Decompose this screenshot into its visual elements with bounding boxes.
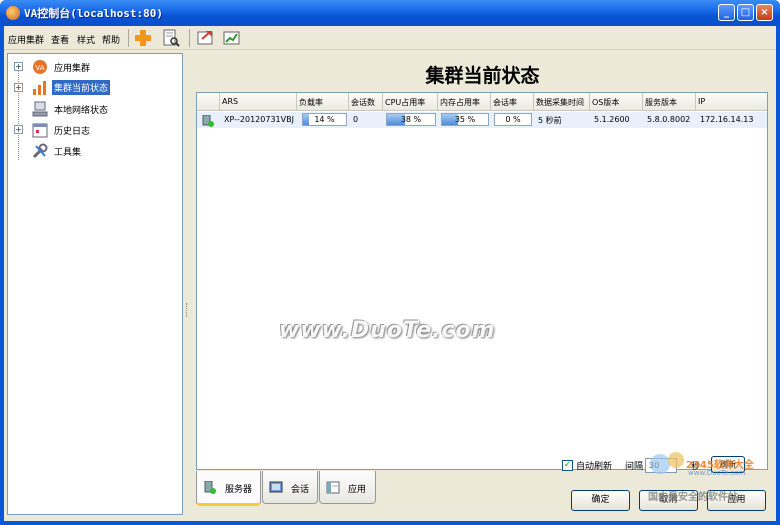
column-header[interactable]: 内存占用率 xyxy=(438,93,491,111)
tab-label: 服务器 xyxy=(225,485,253,495)
navigation-tree: + VA 应用集群 + 集群当前状态 本地网络状态 + 历史日志 工具集 xyxy=(7,53,183,515)
toolbar-separator xyxy=(189,29,190,47)
app-cluster-icon: VA xyxy=(32,59,48,75)
expand-toggle[interactable]: + xyxy=(14,83,23,92)
network-icon xyxy=(32,101,48,117)
tools-icon xyxy=(32,143,48,159)
svg-text:VA: VA xyxy=(35,64,44,72)
window-title: VA控制台(localhost:80) xyxy=(24,7,163,20)
corner-logo-subtext: 国内最安全的软件站 xyxy=(648,492,738,503)
maximize-button[interactable]: □ xyxy=(737,4,754,21)
os-version-cell: 5.1.2600 xyxy=(594,115,630,124)
auto-refresh-label: 自动刷新 xyxy=(576,462,613,472)
column-header[interactable]: IP xyxy=(696,93,767,111)
column-header[interactable]: 会话数 xyxy=(349,93,383,111)
toolbar-separator xyxy=(128,29,129,47)
progress-text: 14 % xyxy=(314,115,335,124)
tree-item-history-log[interactable]: + 历史日志 xyxy=(8,121,178,139)
menu-view[interactable]: 查看 xyxy=(51,33,69,46)
sessions-cell: 0 xyxy=(353,115,359,124)
tree-item-label: 历史日志 xyxy=(54,127,91,137)
client-area: 应用集群 查看 样式 帮助 + VA 应用集群 + 集群当前状态 本地网络状态 … xyxy=(4,26,776,521)
add-icon[interactable] xyxy=(133,29,153,47)
menu-app-cluster[interactable]: 应用集群 xyxy=(8,33,44,46)
ars-cell: XP--20120731VBJ xyxy=(224,115,294,124)
column-header[interactable]: ARS xyxy=(220,93,297,111)
column-header[interactable]: 负载率 xyxy=(297,93,349,111)
page-title: 集群当前状态 xyxy=(425,65,540,87)
search-document-icon[interactable] xyxy=(161,29,181,47)
server-icon xyxy=(203,480,217,494)
calendar-icon xyxy=(32,122,48,138)
chart-icon[interactable] xyxy=(222,29,242,47)
progress-text: 35 % xyxy=(454,115,476,124)
minimize-button[interactable]: _ xyxy=(718,4,735,21)
tree-item-label: 工具集 xyxy=(54,148,82,158)
session-rate-progress-bar: 0 % xyxy=(494,113,532,126)
application-icon xyxy=(326,481,340,494)
menu-help[interactable]: 帮助 xyxy=(102,33,120,46)
service-version-cell: 5.8.0.8002 xyxy=(647,115,691,124)
table-row[interactable]: XP--20120731VBJ 14 % 0 38 % 35 % 0 % 5 秒… xyxy=(197,112,767,128)
tree-item-toolset[interactable]: 工具集 xyxy=(8,142,178,160)
status-table: ARS 负载率 会话数 CPU占用率 内存占用率 会话率 数据采集时间 OS版本… xyxy=(196,92,768,470)
auto-refresh-checkbox[interactable]: ✓ xyxy=(562,460,573,471)
tab-label: 应用 xyxy=(348,485,367,495)
tab-session[interactable]: 会话 xyxy=(262,471,318,504)
tree-item-label: 本地网络状态 xyxy=(54,106,109,116)
tree-item-app-cluster[interactable]: + VA 应用集群 xyxy=(8,58,178,76)
tree-item-label: 应用集群 xyxy=(54,64,91,74)
ok-button[interactable]: 确定 xyxy=(571,490,630,511)
menu-style[interactable]: 样式 xyxy=(77,33,95,46)
close-button[interactable]: × xyxy=(756,4,773,21)
tree-item-label: 集群当前状态 xyxy=(52,80,111,95)
corner-logo-url: www.DuoTe.com xyxy=(688,469,746,477)
memory-progress-bar: 35 % xyxy=(441,113,489,126)
progress-text: 38 % xyxy=(400,115,422,124)
app-icon xyxy=(6,6,20,20)
expand-toggle[interactable]: + xyxy=(14,62,23,71)
column-header[interactable]: 服务版本 xyxy=(643,93,696,111)
title-bar[interactable]: VA控制台(localhost:80) _ □ × xyxy=(0,0,780,26)
corner-logo: 2345软件大全 www.DuoTe.com 国内最安全的软件站 xyxy=(644,446,769,506)
progress-text: 0 % xyxy=(505,115,521,124)
app-window: VA控制台(localhost:80) _ □ × 应用集群 查看 样式 帮助 xyxy=(0,0,780,525)
collect-time-cell: 5 秒前 xyxy=(538,116,562,125)
server-row-icon xyxy=(200,112,218,128)
column-header[interactable]: 数据采集时间 xyxy=(534,93,590,111)
table-header-row: ARS 负载率 会话数 CPU占用率 内存占用率 会话率 数据采集时间 OS版本… xyxy=(197,93,767,111)
column-header[interactable]: 会话率 xyxy=(491,93,534,111)
cpu-progress-bar: 38 % xyxy=(386,113,436,126)
session-icon xyxy=(269,481,283,494)
grip-icon xyxy=(186,303,188,317)
tab-label: 会话 xyxy=(291,485,310,495)
tab-application[interactable]: 应用 xyxy=(319,471,376,504)
menu-toolbar: 应用集群 查看 样式 帮助 xyxy=(4,26,776,50)
splitter-handle[interactable] xyxy=(185,53,190,515)
load-progress-bar: 14 % xyxy=(302,113,347,126)
column-header[interactable] xyxy=(197,93,220,111)
watermark: www.DuoTe.com xyxy=(279,318,496,343)
column-header[interactable]: OS版本 xyxy=(590,93,643,111)
tab-server[interactable]: 服务器 xyxy=(196,471,261,506)
column-header[interactable]: CPU占用率 xyxy=(383,93,438,111)
expand-toggle[interactable]: + xyxy=(14,125,23,134)
interval-label: 间隔 xyxy=(625,462,644,472)
ip-cell: 172.16.14.13 xyxy=(700,115,754,124)
export-icon[interactable] xyxy=(196,29,216,47)
main-content: 集群当前状态 ARS 负载率 会话数 CPU占用率 内存占用率 会话率 数据采集… xyxy=(191,53,774,506)
tree-item-network-status[interactable]: 本地网络状态 xyxy=(8,100,178,118)
bar-chart-icon xyxy=(32,80,48,96)
tree-item-cluster-status[interactable]: + 集群当前状态 xyxy=(8,79,178,97)
